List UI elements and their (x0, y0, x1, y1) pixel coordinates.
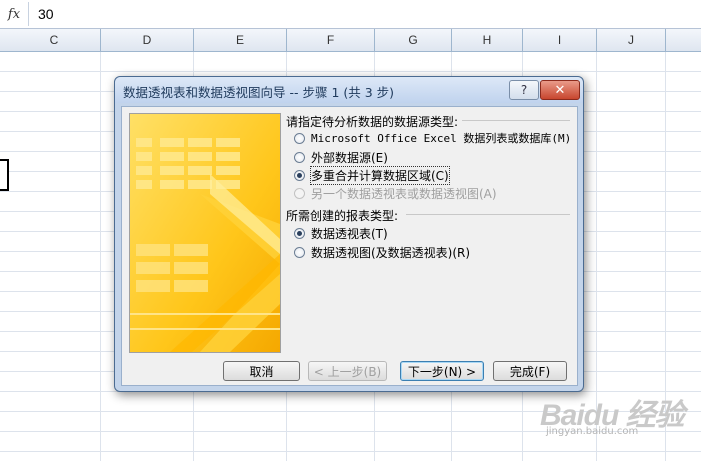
help-button[interactable]: ? (509, 80, 539, 100)
finish-button[interactable]: 完成(F) (493, 361, 567, 381)
radio-label: 外部数据源(E) (311, 151, 388, 165)
radio-label: 数据透视表(T) (311, 227, 388, 241)
back-button: < 上一步(B) (308, 361, 387, 381)
radio-label: 另一个数据透视表或数据透视图(A) (311, 187, 497, 201)
close-button[interactable]: ✕ (540, 80, 580, 100)
radio-icon-checked[interactable] (294, 170, 305, 181)
cancel-button[interactable]: 取消 (223, 361, 300, 381)
column-header-h[interactable]: H (452, 29, 523, 51)
radio-icon-checked[interactable] (294, 228, 305, 239)
column-header-d[interactable]: D (101, 29, 194, 51)
divider (462, 120, 570, 121)
dialog-body: 请指定待分析数据的数据源类型: Microsoft Office Excel 数… (121, 106, 578, 386)
formula-input[interactable]: 30 (38, 6, 54, 22)
formula-bar: fx 30 (0, 0, 701, 29)
wizard-illustration (129, 113, 281, 353)
radio-icon[interactable] (294, 247, 305, 258)
dialog-title: 数据透视表和数据透视图向导 -- 步骤 1 (共 3 步) (123, 85, 395, 100)
watermark-url: jingyan.baidu.com (546, 426, 639, 437)
dialog-titlebar[interactable]: 数据透视表和数据透视图向导 -- 步骤 1 (共 3 步) ? ✕ (115, 77, 583, 103)
report-radio-pivot-table[interactable]: 数据透视表(T) (294, 225, 388, 242)
function-icon[interactable]: fx (0, 2, 29, 26)
column-header-e[interactable]: E (194, 29, 287, 51)
report-radio-pivot-chart[interactable]: 数据透视图(及数据透视表)(R) (294, 244, 470, 261)
radio-icon[interactable] (294, 152, 305, 163)
source-radio-external[interactable]: 外部数据源(E) (294, 149, 388, 166)
column-header-c[interactable]: C (8, 29, 101, 51)
report-heading: 所需创建的报表类型: (286, 209, 399, 223)
grid-line (100, 52, 101, 461)
radio-label: 数据透视图(及数据透视表)(R) (311, 246, 471, 260)
source-radio-another-pivot: 另一个数据透视表或数据透视图(A) (294, 185, 497, 202)
radio-icon[interactable] (294, 132, 305, 144)
radio-icon (294, 188, 305, 199)
radio-label: 多重合并计算数据区域(C) (310, 166, 450, 185)
column-header-g[interactable]: G (375, 29, 452, 51)
active-cell[interactable] (0, 159, 9, 191)
pivot-wizard-dialog: 数据透视表和数据透视图向导 -- 步骤 1 (共 3 步) ? ✕ 请指定待分析… (114, 76, 584, 392)
source-radio-consolidation[interactable]: 多重合并计算数据区域(C) (294, 166, 450, 185)
source-heading: 请指定待分析数据的数据源类型: (286, 115, 459, 129)
column-header-f[interactable]: F (287, 29, 375, 51)
baidu-watermark-logo: Baidu 经验 jingyan.baidu.com (540, 390, 685, 437)
radio-label: Microsoft Office Excel 数据列表或数据库(M) (311, 132, 572, 145)
column-header-i[interactable]: I (523, 29, 597, 51)
column-headers: C D E F G H I J (0, 29, 701, 52)
column-header-j[interactable]: J (597, 29, 666, 51)
next-button[interactable]: 下一步(N) > (400, 361, 484, 381)
divider (406, 214, 570, 215)
source-radio-excel-list[interactable]: Microsoft Office Excel 数据列表或数据库(M) (294, 130, 571, 146)
